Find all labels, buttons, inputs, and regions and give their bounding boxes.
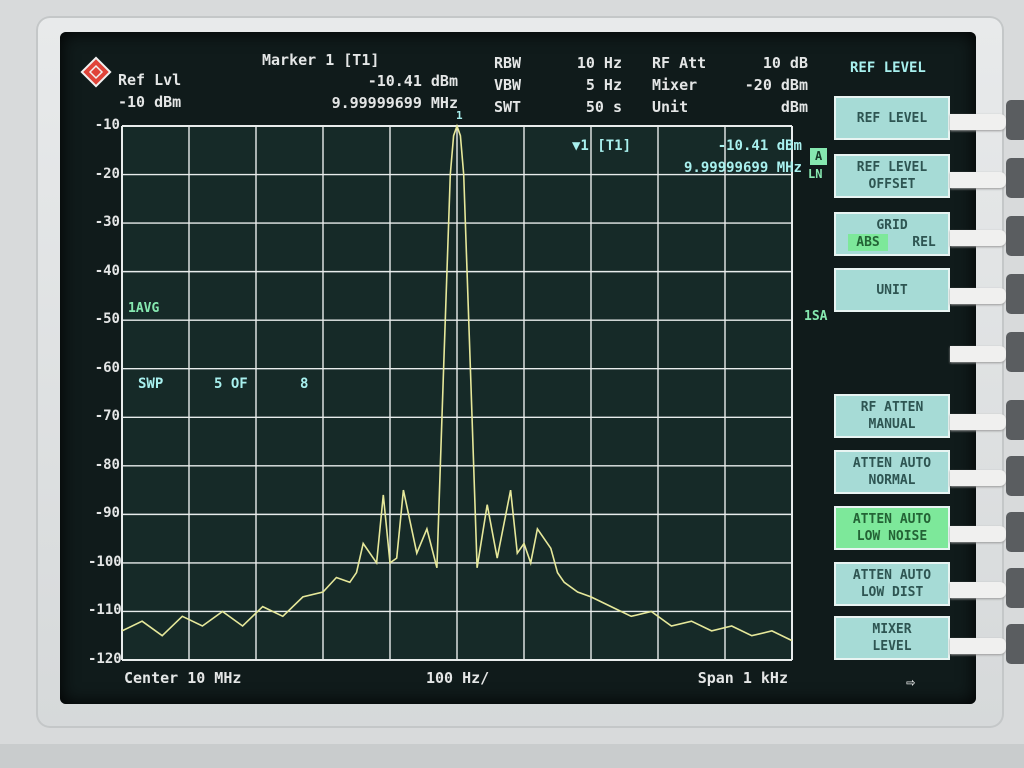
y-axis-tick-label: -90 (94, 505, 120, 522)
hw-key-connector (950, 638, 1006, 654)
softkey-atten-auto-normal[interactable]: ATTEN AUTO NORMAL (834, 450, 950, 494)
mixer-value: -20 dBm (744, 76, 808, 94)
ref-level-label: Ref Lvl (118, 71, 182, 89)
center-frequency: Center 10 MHz (124, 669, 242, 687)
softkey-rf-atten-manual[interactable]: RF ATTEN MANUAL (834, 394, 950, 438)
softkey-label-line2: MANUAL (868, 417, 916, 432)
next-page-arrow-icon[interactable]: ⇨ (906, 674, 915, 691)
hardware-softkey-9[interactable] (1006, 568, 1024, 608)
frequency-per-division: 100 Hz/ (426, 669, 490, 687)
hardware-softkey-1[interactable] (1006, 100, 1024, 140)
softkey-label: GRID (876, 218, 908, 233)
softkey-label: ATTEN AUTO (852, 568, 932, 583)
rf-att-value: 10 dB (762, 54, 808, 72)
grid-rel-option[interactable]: REL (912, 234, 935, 251)
softkey-label: ATTEN AUTO (852, 456, 932, 471)
trace-a-badge: A (810, 148, 828, 165)
softkey-label-line2: OFFSET (868, 177, 916, 192)
mixer-label: Mixer (652, 76, 698, 94)
hw-key-connector (950, 288, 1006, 304)
swt-label: SWT (494, 98, 522, 116)
softkey-label: ATTEN AUTO (852, 512, 932, 527)
y-axis-tick-label: -20 (94, 165, 120, 182)
softkey-label-line2: LOW NOISE (856, 529, 928, 544)
hardware-softkey-2[interactable] (1006, 158, 1024, 198)
softkey-ref-level-offset[interactable]: REF LEVEL OFFSET (834, 154, 950, 198)
hw-key-connector (950, 114, 1006, 130)
sweep-count: 5 OF (214, 376, 248, 392)
y-axis-tick-label: -120 (88, 651, 122, 667)
hw-key-connector (950, 230, 1006, 246)
y-axis-tick-label: -110 (88, 602, 122, 619)
softkey-atten-auto-low-dist[interactable]: ATTEN AUTO LOW DIST (834, 562, 950, 606)
y-axis-tick-label: -80 (94, 456, 120, 473)
rbw-label: RBW (494, 54, 522, 72)
rf-att-label: RF Att (652, 54, 707, 72)
marker-title: Marker 1 [T1] (262, 51, 380, 69)
hardware-softkey-6[interactable] (1006, 400, 1024, 440)
marker-box-level: -10.41 dBm (717, 138, 802, 154)
hardware-softkey-10[interactable] (1006, 624, 1024, 664)
sa-label: 1SA (804, 309, 828, 324)
y-axis-tick-label: -70 (94, 408, 120, 425)
softkey-label: UNIT (876, 282, 908, 298)
y-axis-tick-label: -50 (94, 311, 120, 328)
y-axis-tick-label: -10 (94, 117, 120, 133)
brand-logo-icon (80, 56, 112, 88)
softkey-grid[interactable]: GRID ABS REL (834, 212, 950, 256)
rbw-value: 10 Hz (576, 54, 622, 72)
hardware-softkey-7[interactable] (1006, 456, 1024, 496)
instrument-bottom-strip (0, 744, 1024, 768)
avg-label: 1AVG (128, 301, 160, 316)
hardware-softkey-8[interactable] (1006, 512, 1024, 552)
trace-ln-badge: LN (808, 167, 823, 181)
marker-frequency: 9.99999699 MHz (331, 94, 458, 112)
y-axis-tick-label: -40 (94, 262, 120, 279)
sweep-total: 8 (300, 376, 309, 392)
menu-title: REF LEVEL (850, 60, 926, 76)
hardware-softkey-4[interactable] (1006, 274, 1024, 314)
vbw-value: 5 Hz (585, 76, 622, 94)
hw-key-connector (950, 346, 1006, 362)
softkey-label: RF ATTEN (860, 400, 924, 415)
hw-key-connector (950, 414, 1006, 430)
y-axis-tick-label: -30 (94, 214, 120, 231)
marker-box-frequency: 9.99999699 MHz (683, 160, 802, 176)
softkey-label: REF LEVEL (856, 160, 928, 175)
vbw-label: VBW (494, 76, 522, 94)
hardware-softkey-3[interactable] (1006, 216, 1024, 256)
unit-label: Unit (652, 98, 689, 116)
marker-level: -10.41 dBm (367, 72, 458, 90)
sweep-label: SWP (138, 376, 164, 392)
softkey-atten-auto-low-noise[interactable]: ATTEN AUTO LOW NOISE (834, 506, 950, 550)
softkey-label-line2: NORMAL (868, 473, 916, 488)
grid-abs-option[interactable]: ABS (848, 234, 888, 251)
ref-level-value: -10 dBm (118, 93, 182, 111)
softkey-label: REF LEVEL (856, 110, 928, 126)
marker-flag: 1 (456, 109, 463, 122)
softkey-label-line2: LEVEL (872, 639, 912, 654)
marker-box-label: ▼1 [T1] (572, 138, 632, 154)
softkey-ref-level[interactable]: REF LEVEL (834, 96, 950, 140)
softkey-label-line2: LOW DIST (860, 585, 924, 600)
y-axis-tick-label: -60 (94, 359, 120, 376)
hw-key-connector (950, 526, 1006, 542)
softkey-unit[interactable]: UNIT (834, 268, 950, 312)
swt-value: 50 s (585, 98, 622, 116)
y-axis-tick-label: -100 (88, 553, 122, 570)
hw-key-connector (950, 582, 1006, 598)
softkey-label: MIXER (872, 622, 912, 637)
softkey-mixer-level[interactable]: MIXER LEVEL (834, 616, 950, 660)
unit-value: dBm (780, 98, 808, 116)
span: Span 1 kHz (697, 669, 788, 687)
hardware-softkey-5[interactable] (1006, 332, 1024, 372)
hw-key-connector (950, 172, 1006, 188)
hw-key-connector (950, 470, 1006, 486)
